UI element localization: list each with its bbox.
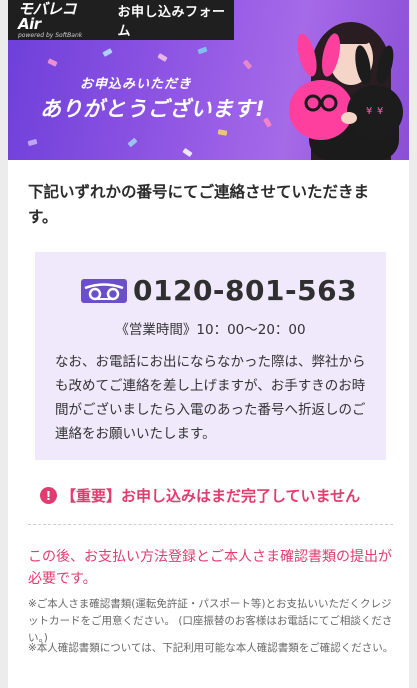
phone-row: 0120-801-563 xyxy=(81,274,357,307)
form-title: お申し込みフォーム xyxy=(117,5,226,39)
banner-subtitle: お申込みいただき xyxy=(80,77,193,92)
brand-bar: モバレコAir powered by SoftBank お申し込みフォーム xyxy=(8,0,234,40)
logo-text: モバレコAir xyxy=(18,0,77,33)
free-dial-icon xyxy=(81,278,127,303)
logo-subtext: powered by SoftBank xyxy=(18,31,83,39)
callback-note: なお、お電話にお出にならなかった際は、弊社からも改めてご連絡を差し上げますが、お… xyxy=(55,354,366,442)
svg-text:¥: ¥ xyxy=(366,106,372,117)
business-hours: 《営業時間》10：00〜20：00 xyxy=(115,322,306,338)
divider xyxy=(28,524,393,525)
mobareco-air-logo: モバレコAir powered by SoftBank xyxy=(18,0,96,39)
banner-title: ありがとうございます! xyxy=(40,97,266,121)
contact-box: 0120-801-563 《営業時間》10：00〜20：00 なお、お電話にお出… xyxy=(35,252,386,460)
hero-image: ¥ ¥ xyxy=(289,22,403,160)
intro-text: 下記いずれかの番号にてご連絡させていただきます。 xyxy=(28,183,370,226)
important-alert: ! 【重要】お申し込みはまだ完了していません xyxy=(40,485,360,506)
note-id-documents: ※本人確認書類については、下記利用可能な本人確認書類をご確認ください。 xyxy=(28,642,394,654)
exclamation-circle-icon: ! xyxy=(40,487,57,504)
svg-text:¥: ¥ xyxy=(377,106,383,117)
phone-number-link[interactable]: 0120-801-563 xyxy=(133,274,357,307)
next-steps-text: この後、お支払い方法登録とご本人さま確認書類の提出が必要です。 xyxy=(28,549,392,587)
page: モバレコAir powered by SoftBank お申し込みフォーム お申… xyxy=(8,0,409,688)
hero-banner: モバレコAir powered by SoftBank お申し込みフォーム お申… xyxy=(8,0,409,160)
alert-text: 【重要】お申し込みはまだ完了していません xyxy=(61,487,361,505)
